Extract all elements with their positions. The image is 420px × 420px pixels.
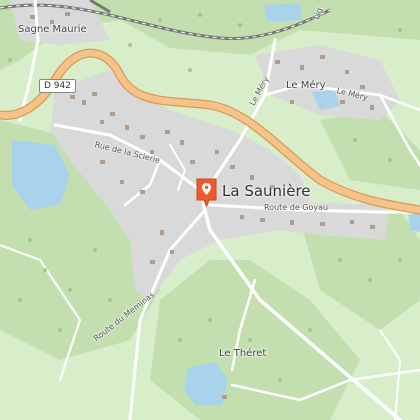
map-pin-shape bbox=[196, 178, 217, 207]
pond-north bbox=[263, 3, 302, 22]
place-label-le-theret: Le Théret bbox=[219, 348, 267, 359]
place-label-sagne-maurie: Sagne Maurie bbox=[18, 24, 87, 35]
road-shield-d942: D 942 bbox=[39, 79, 76, 93]
place-label-le-mery: Le Méry bbox=[286, 80, 326, 91]
street-label-route-de-goyau: Route de Goyau bbox=[264, 203, 329, 212]
town-label-la-sauniere[interactable]: La Saunière bbox=[222, 182, 311, 200]
map-canvas[interactable]: Sagne Maurie D 942 Le Méry Le Méry Le Mé… bbox=[0, 0, 420, 420]
map-base-layer bbox=[0, 0, 420, 420]
map-pin-icon[interactable] bbox=[196, 178, 217, 207]
